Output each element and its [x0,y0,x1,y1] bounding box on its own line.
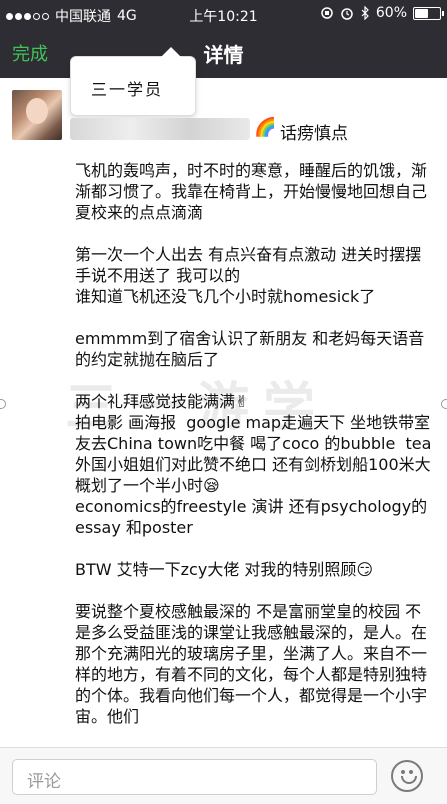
battery-percent: 60% [375,5,407,21]
blurred-name [70,118,250,140]
rainbow-emoji: 🌈 [254,117,277,138]
post-paragraph: 第一次一个人出去 有点兴奋有点激动 进关时摆摆手说不用送了 我可以的 谁知道飞机… [75,245,422,306]
rotation-lock-icon [321,7,333,19]
post-paragraph: 两个礼拜感觉技能满满✌ 拍电影 画海报 google map走遍天下 坐地铁带室… [75,392,432,537]
post-paragraph: 飞机的轰鸣声，时不时的寒意，睡醒后的饥饿，渐渐都习惯了。我靠在椅背上，开始慢慢地… [75,161,428,222]
status-right: 60% [320,5,444,21]
post-paragraph: emmmm到了宿舍认识了新朋友 和老妈每天语音的约定就抛在脑后了 [75,329,425,369]
alarm-icon [341,8,353,20]
left-edge-marker [0,399,6,409]
post-paragraph: 要说整个夏校感触最深的 不是富丽堂皇的校园 不是多么受益匪浅的课堂让我感触最深的… [75,602,428,726]
tag-label: 三一学员 [91,80,164,99]
bluetooth-icon [361,6,369,20]
avatar[interactable] [12,90,62,140]
status-bar: 中国联通 4G 上午10:21 60% [0,0,447,28]
page-title: 详情 [203,43,244,67]
username[interactable]: 话痨慎点 [280,119,348,144]
comment-bar: 评论 [0,747,447,804]
post-body: 飞机的轰鸣声，时不时的寒意，睡醒后的饥饿，渐渐都习惯了。我靠在椅背上，开始慢慢地… [75,160,435,748]
post-paragraph: BTW 艾特一下zcy大佬 对我的特别照顾😏 [75,560,374,579]
tag-bubble: 三一学员 [70,47,196,116]
emoji-icon[interactable] [391,760,423,792]
battery-icon [413,6,444,20]
comment-input[interactable]: 评论 [12,759,377,795]
right-edge-marker [441,399,447,409]
nav-bar: 完成 详情 [0,28,447,78]
comment-placeholder: 评论 [27,772,61,792]
